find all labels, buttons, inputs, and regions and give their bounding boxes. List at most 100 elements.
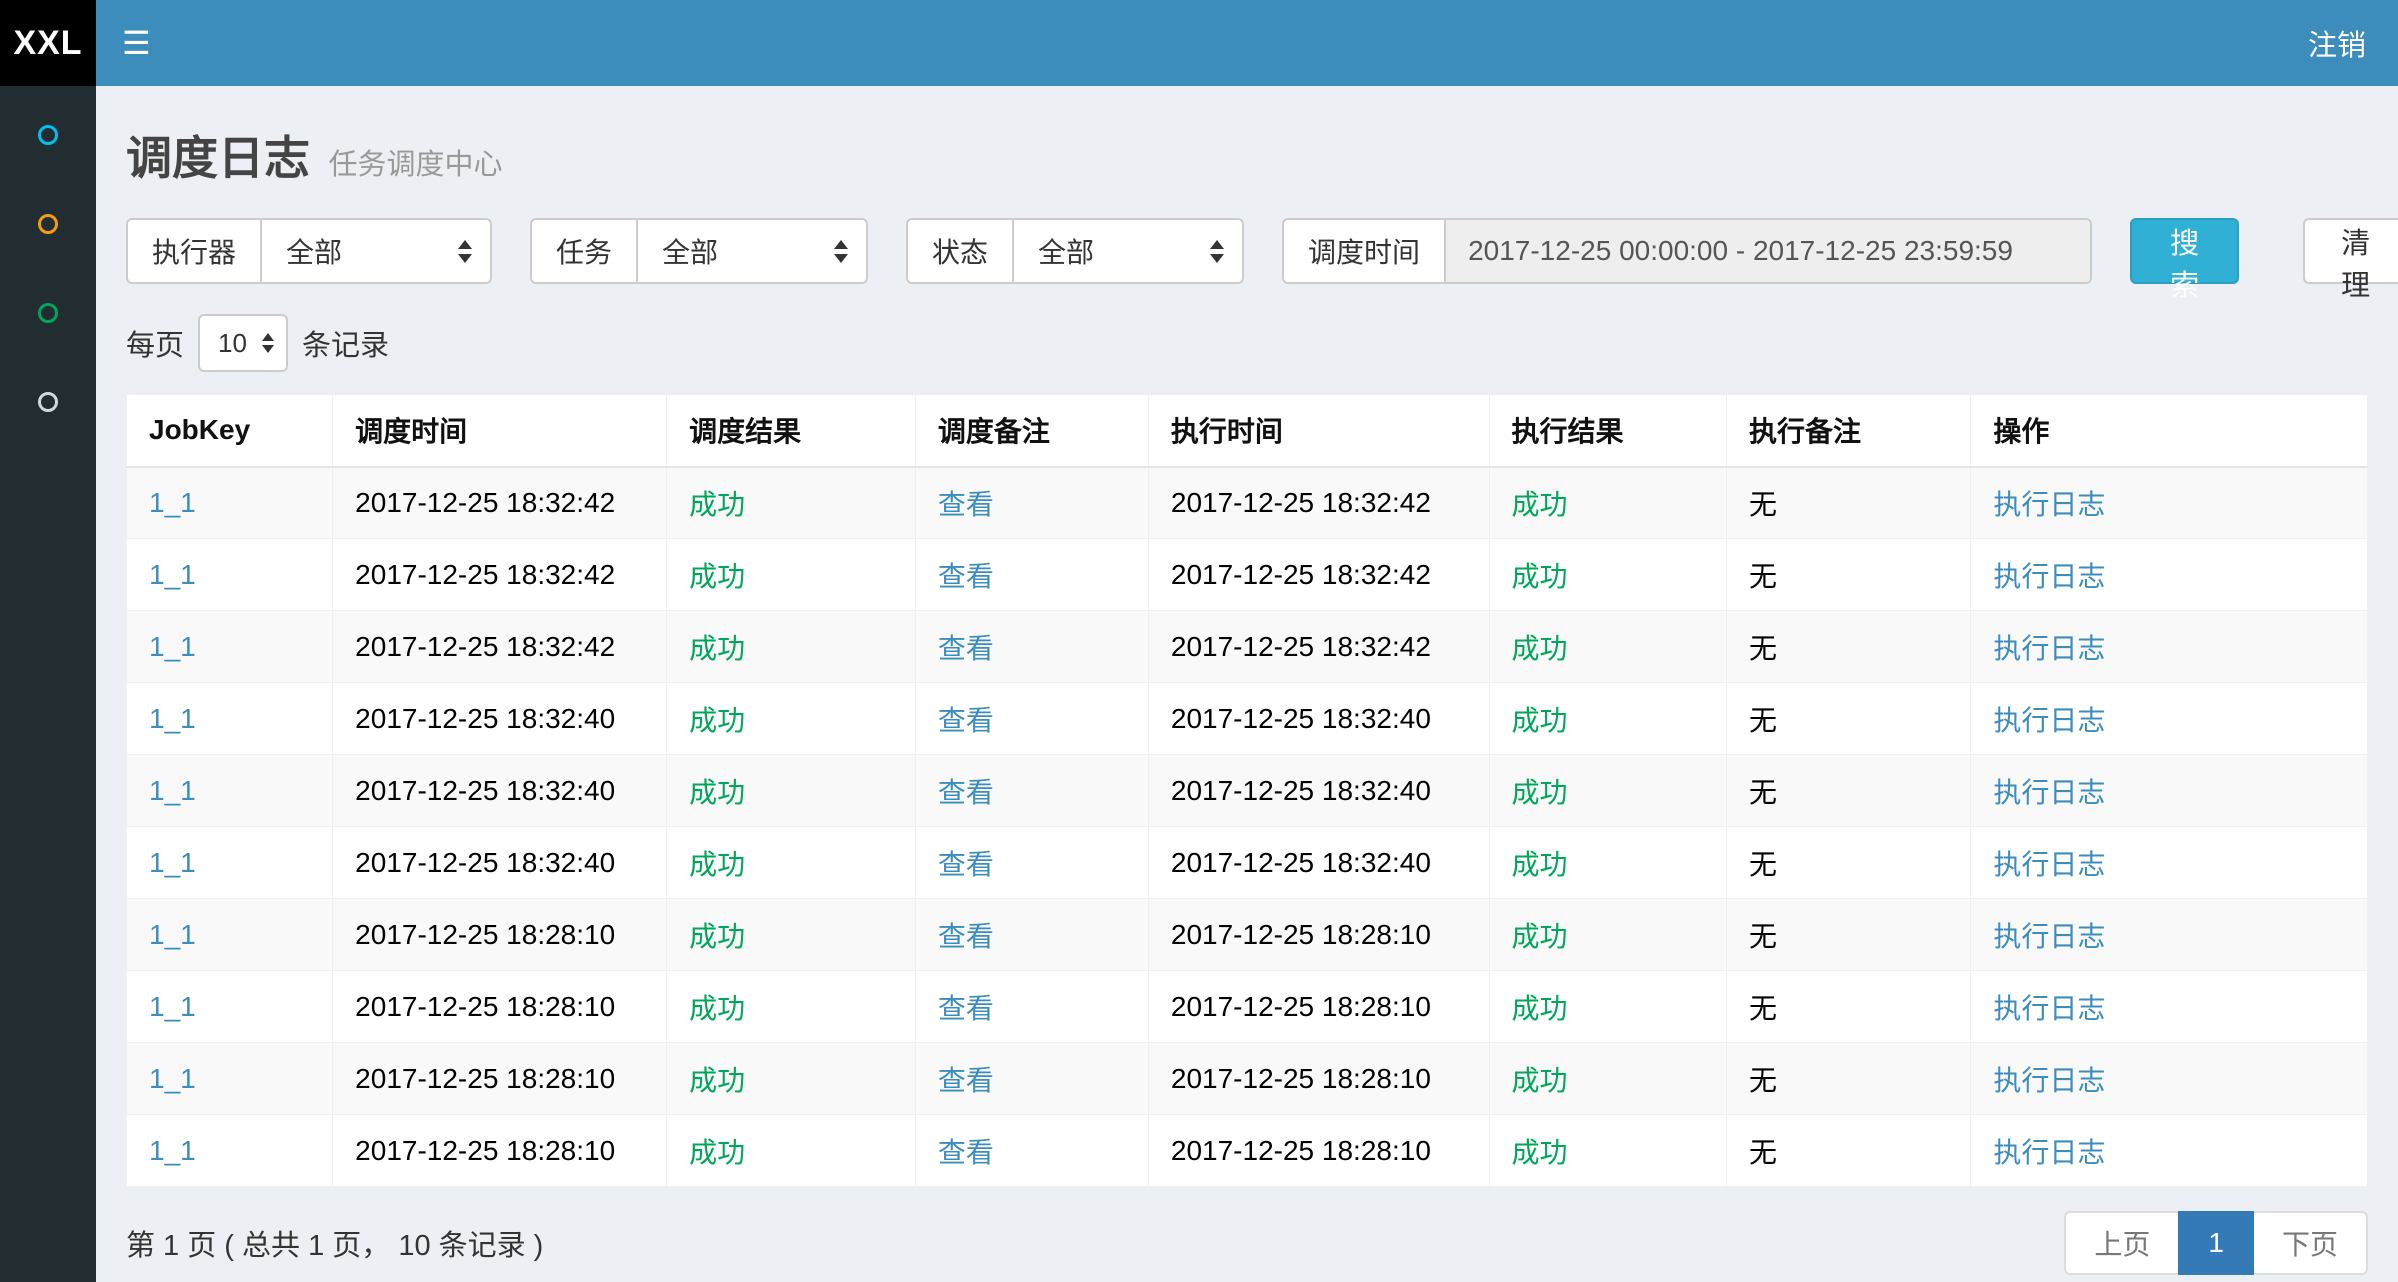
select-arrows-icon [1210,240,1224,263]
current-page-button[interactable]: 1 [2178,1211,2254,1275]
execution-log-link[interactable]: 执行日志 [1993,849,2105,880]
handle-time-cell: 2017-12-25 18:32:40 [1148,755,1489,827]
pagination-summary: 第 1 页 ( 总共 1 页， 10 条记录 ) [126,1222,543,1264]
trigger-msg-link[interactable]: 查看 [938,993,994,1024]
execution-log-link[interactable]: 执行日志 [1993,1065,2105,1096]
handle-msg-cell: 无 [1727,611,1971,683]
sidebar-item-2[interactable] [0,179,96,268]
handle-time-cell: 2017-12-25 18:28:10 [1148,1043,1489,1115]
executor-select[interactable]: 全部 [260,218,492,284]
handle-result-cell: 成功 [1489,971,1727,1043]
handle-time-cell: 2017-12-25 18:32:40 [1148,683,1489,755]
handle-result-cell: 成功 [1489,611,1727,683]
trigger-msg-link[interactable]: 查看 [938,561,994,592]
col-action: 操作 [1971,395,2368,467]
handle-time-cell: 2017-12-25 18:32:42 [1148,611,1489,683]
trigger-result-cell: 成功 [667,467,916,539]
trigger-msg-link[interactable]: 查看 [938,705,994,736]
trigger-result-cell: 成功 [667,611,916,683]
execution-log-link[interactable]: 执行日志 [1993,489,2105,520]
jobkey-link[interactable]: 1_1 [149,487,196,518]
handle-msg-cell: 无 [1727,899,1971,971]
prev-page-button[interactable]: 上页 [2064,1211,2180,1275]
handle-result-cell: 成功 [1489,1115,1727,1187]
trigger-time-cell: 2017-12-25 18:28:10 [333,971,667,1043]
trigger-time-range-input[interactable] [1444,218,2092,284]
table-header-row: JobKey 调度时间 调度结果 调度备注 执行时间 执行结果 执行备注 操作 [127,395,2368,467]
jobkey-link[interactable]: 1_1 [149,559,196,590]
sidebar-item-3[interactable] [0,268,96,357]
trigger-result-cell: 成功 [667,755,916,827]
search-button[interactable]: 搜索 [2130,218,2239,284]
handle-msg-cell: 无 [1727,1115,1971,1187]
trigger-msg-link[interactable]: 查看 [938,1137,994,1168]
top-navbar: XXL ☰ 注销 [0,0,2398,86]
trigger-time-cell: 2017-12-25 18:28:10 [333,899,667,971]
trigger-msg-link[interactable]: 查看 [938,1065,994,1096]
page-size-prefix: 每页 [126,322,184,364]
execution-log-link[interactable]: 执行日志 [1993,777,2105,808]
page-size-select[interactable]: 10 [198,314,288,372]
sidebar-item-1[interactable] [0,90,96,179]
col-trigger-result: 调度结果 [667,395,916,467]
logout-link[interactable]: 注销 [2308,22,2366,64]
trigger-msg-link[interactable]: 查看 [938,849,994,880]
executor-filter-label: 执行器 [126,218,260,284]
sidebar-item-4[interactable] [0,357,96,446]
trigger-result-cell: 成功 [667,827,916,899]
page-size-suffix: 条记录 [302,322,389,364]
execution-log-link[interactable]: 执行日志 [1993,633,2105,664]
page-size-row: 每页 10 条记录 [126,314,2368,372]
sidebar-toggle-icon[interactable]: ☰ [122,27,151,59]
trigger-time-filter-group: 调度时间 [1282,218,2092,284]
execution-log-link[interactable]: 执行日志 [1993,705,2105,736]
handle-time-cell: 2017-12-25 18:32:42 [1148,467,1489,539]
jobkey-link[interactable]: 1_1 [149,991,196,1022]
jobkey-link[interactable]: 1_1 [149,1135,196,1166]
col-handle-result: 执行结果 [1489,395,1727,467]
trigger-msg-link[interactable]: 查看 [938,633,994,664]
job-select[interactable]: 全部 [636,218,868,284]
trigger-result-cell: 成功 [667,1043,916,1115]
handle-result-cell: 成功 [1489,899,1727,971]
col-handle-time: 执行时间 [1148,395,1489,467]
execution-log-link[interactable]: 执行日志 [1993,921,2105,952]
execution-log-link[interactable]: 执行日志 [1993,1137,2105,1168]
circle-icon [38,125,58,145]
log-table-row: 1_1 2017-12-25 18:28:10 成功 查看 2017-12-25… [127,1115,2368,1187]
jobkey-link[interactable]: 1_1 [149,919,196,950]
app-logo[interactable]: XXL [0,0,96,86]
jobkey-link[interactable]: 1_1 [149,847,196,878]
trigger-time-cell: 2017-12-25 18:32:40 [333,827,667,899]
execution-log-link[interactable]: 执行日志 [1993,561,2105,592]
page-header: 调度日志 任务调度中心 [126,122,2368,188]
main-content: 调度日志 任务调度中心 执行器 全部 任务 全部 状态 全部 调度 [96,0,2398,1275]
trigger-result-cell: 成功 [667,1115,916,1187]
handle-msg-cell: 无 [1727,539,1971,611]
log-table-row: 1_1 2017-12-25 18:32:40 成功 查看 2017-12-25… [127,755,2368,827]
executor-filter-group: 执行器 全部 [126,218,492,284]
log-table-row: 1_1 2017-12-25 18:32:42 成功 查看 2017-12-25… [127,539,2368,611]
trigger-time-cell: 2017-12-25 18:32:40 [333,755,667,827]
col-handle-msg: 执行备注 [1727,395,1971,467]
status-select[interactable]: 全部 [1012,218,1244,284]
jobkey-link[interactable]: 1_1 [149,1063,196,1094]
trigger-result-cell: 成功 [667,683,916,755]
trigger-result-cell: 成功 [667,971,916,1043]
trigger-msg-link[interactable]: 查看 [938,777,994,808]
jobkey-link[interactable]: 1_1 [149,631,196,662]
jobkey-link[interactable]: 1_1 [149,775,196,806]
handle-msg-cell: 无 [1727,755,1971,827]
trigger-msg-link[interactable]: 查看 [938,921,994,952]
next-page-button[interactable]: 下页 [2252,1211,2368,1275]
log-table-row: 1_1 2017-12-25 18:28:10 成功 查看 2017-12-25… [127,899,2368,971]
jobkey-link[interactable]: 1_1 [149,703,196,734]
page-subtitle: 任务调度中心 [328,149,502,181]
log-table-row: 1_1 2017-12-25 18:32:40 成功 查看 2017-12-25… [127,827,2368,899]
handle-result-cell: 成功 [1489,683,1727,755]
trigger-result-cell: 成功 [667,899,916,971]
handle-time-cell: 2017-12-25 18:28:10 [1148,971,1489,1043]
execution-log-link[interactable]: 执行日志 [1993,993,2105,1024]
trigger-msg-link[interactable]: 查看 [938,489,994,520]
clear-button[interactable]: 清理 [2303,218,2398,284]
